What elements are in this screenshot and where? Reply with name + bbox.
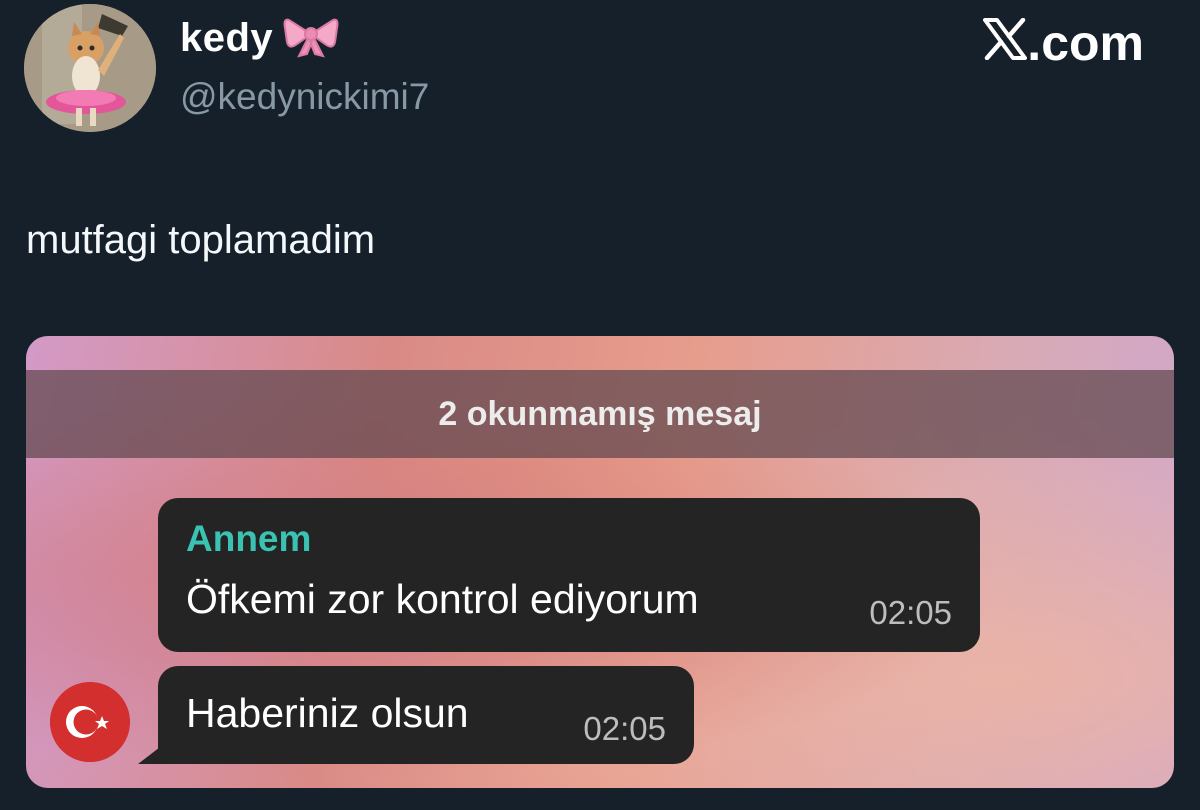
tweet-text: mutfagi toplamadim bbox=[26, 218, 376, 262]
ribbon-icon bbox=[283, 14, 339, 63]
cat-photo-image bbox=[24, 4, 156, 132]
message-bubble[interactable]: Annem Öfkemi zor kontrol ediyorum 02:05 bbox=[158, 498, 980, 652]
unread-messages-banner: 2 okunmamış mesaj bbox=[26, 370, 1174, 458]
turkish-flag-avatar-icon bbox=[50, 682, 130, 762]
x-logo-icon bbox=[983, 14, 1028, 72]
message-sender: Annem bbox=[186, 518, 312, 559]
author-avatar[interactable] bbox=[24, 4, 156, 132]
bubble-tail bbox=[138, 744, 164, 764]
sender-avatar[interactable] bbox=[50, 682, 130, 762]
brand[interactable]: .com bbox=[983, 14, 1144, 72]
message-text: Haberiniz olsun bbox=[186, 690, 469, 736]
tweet-media[interactable]: 2 okunmamış mesaj Annem Öfkemi zor kontr… bbox=[26, 336, 1174, 788]
message-time: 02:05 bbox=[583, 710, 666, 747]
message-bubble[interactable]: Haberiniz olsun 02:05 bbox=[158, 666, 694, 764]
message-text: Öfkemi zor kontrol ediyorum bbox=[186, 576, 699, 622]
author-name-row[interactable]: kedy bbox=[180, 14, 339, 63]
author-handle[interactable]: @kedynickimi7 bbox=[180, 76, 429, 118]
author-display-name[interactable]: kedy bbox=[180, 16, 273, 61]
brand-domain-label: .com bbox=[1027, 15, 1144, 71]
message-time: 02:05 bbox=[869, 594, 952, 631]
